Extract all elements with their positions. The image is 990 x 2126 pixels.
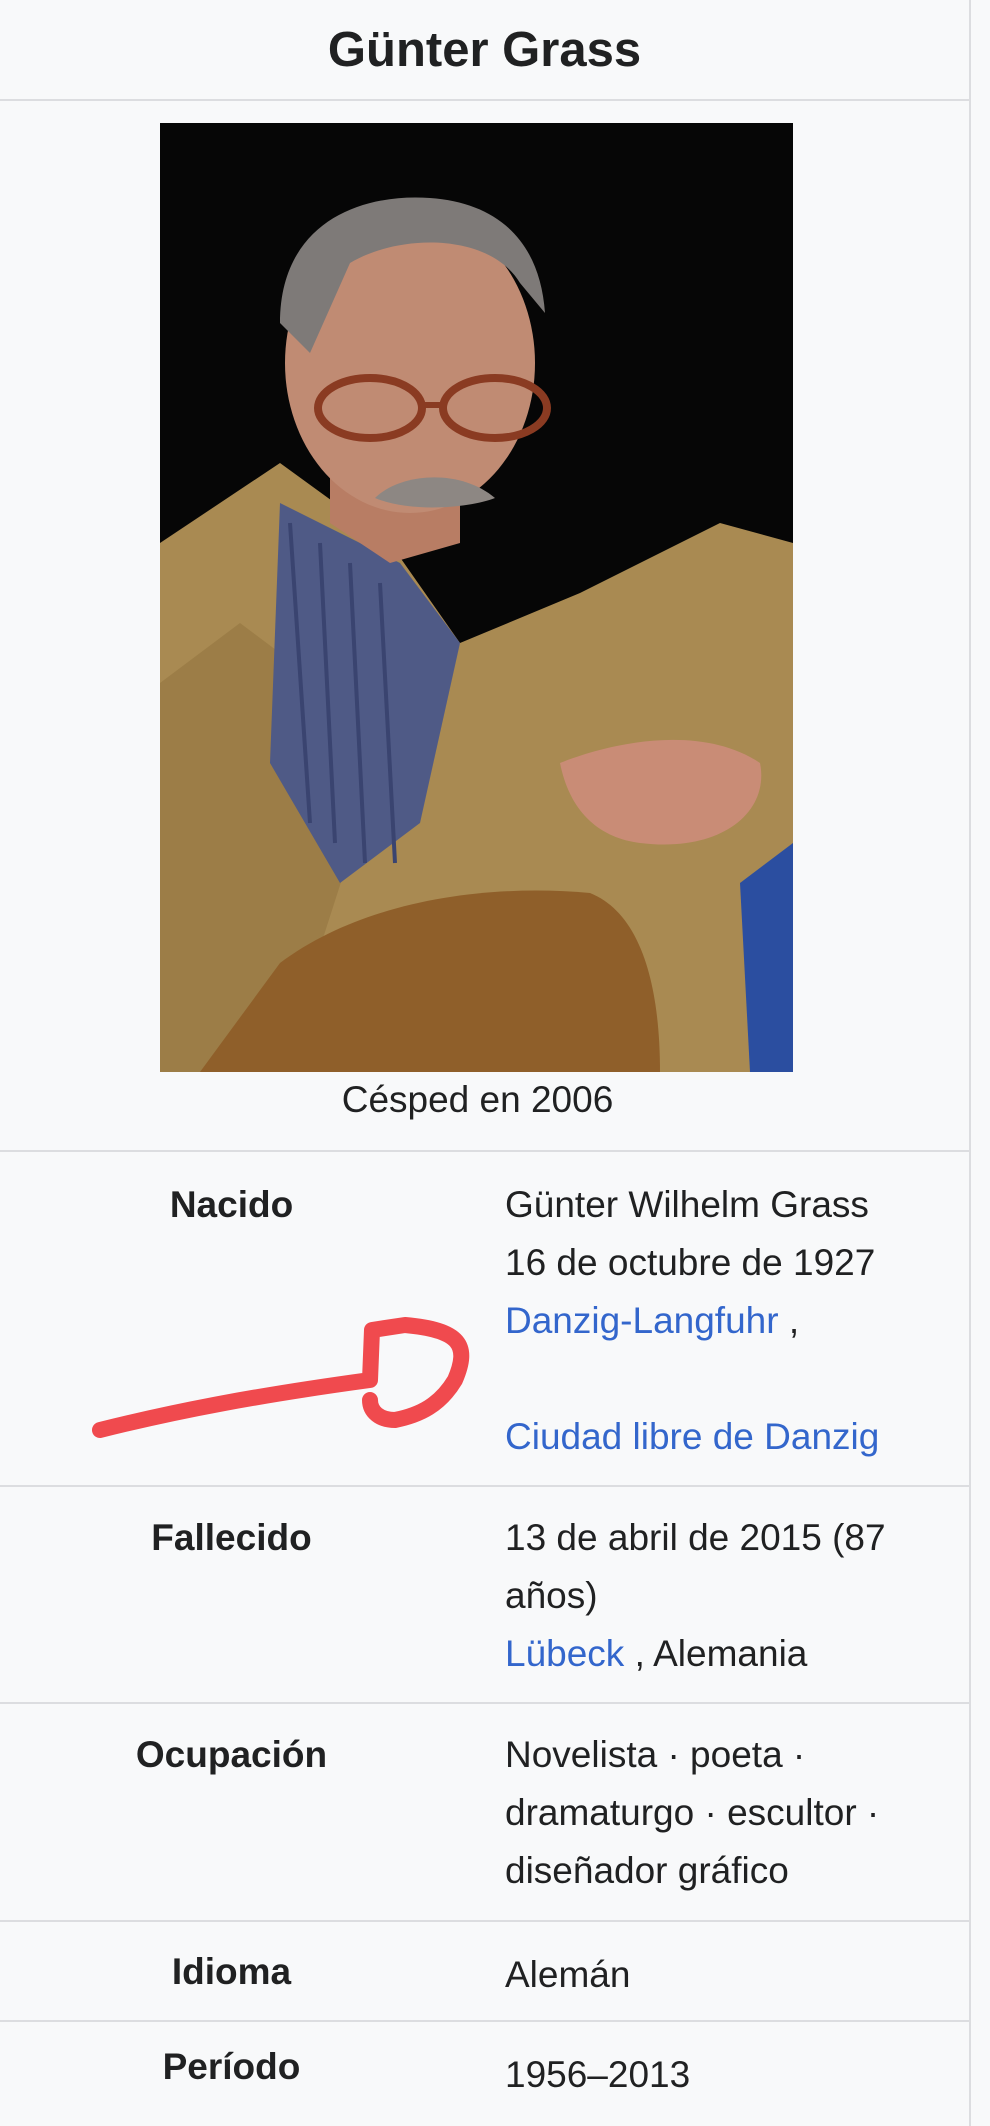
infobox-title: Günter Grass — [0, 0, 969, 101]
born-place: Danzig-Langfuhr , — [505, 1292, 945, 1350]
died-label: Fallecido — [151, 1517, 312, 1558]
occupation-label: Ocupación — [135, 1734, 328, 1775]
language-value: Alemán — [505, 1954, 631, 1995]
period-label: Período — [162, 2046, 301, 2087]
died-date: 13 de abril de 2015 (87 años) — [505, 1517, 886, 1616]
died-place-rest: , Alemania — [624, 1633, 808, 1674]
infobox-right-border — [969, 0, 971, 2126]
lubeck-link[interactable]: Lübeck — [505, 1633, 624, 1674]
born-value: Günter Wilhelm Grass 16 de octubre de 19… — [505, 1176, 945, 1466]
period-value: 1956–2013 — [505, 2054, 691, 2095]
portrait-photo-illustration — [160, 123, 793, 1072]
danzig-langfuhr-link[interactable]: Danzig-Langfuhr — [505, 1300, 779, 1341]
died-value: 13 de abril de 2015 (87 años) Lübeck , A… — [505, 1509, 945, 1683]
portrait-photo[interactable] — [160, 123, 793, 1072]
row-died: Fallecido 13 de abril de 2015 (87 años) … — [0, 1485, 969, 1702]
image-caption: Césped en 2006 — [341, 1079, 614, 1120]
language-label: Idioma — [171, 1951, 292, 1992]
born-date: 16 de octubre de 1927 — [505, 1242, 876, 1283]
free-city-of-danzig-link[interactable]: Ciudad libre de Danzig — [505, 1416, 879, 1457]
infobox-page: Günter Grass Césped en 2006 Nacido Günte… — [0, 0, 990, 2126]
born-place-separator: , — [778, 1300, 800, 1341]
row-period: Período 1956–2013 — [0, 2020, 969, 2126]
row-born: Nacido Günter Wilhelm Grass 16 de octubr… — [0, 1150, 969, 1485]
born-spacer — [505, 1350, 945, 1408]
born-label: Nacido — [169, 1184, 294, 1225]
row-occupation: Ocupación Novelista · poeta · dramaturgo… — [0, 1702, 969, 1920]
row-language: Idioma Alemán — [0, 1920, 969, 2020]
occupation-value: Novelista · poeta · dramaturgo · esculto… — [505, 1734, 880, 1891]
born-full-name: Günter Wilhelm Grass — [505, 1184, 869, 1225]
died-place: Lübeck , Alemania — [505, 1625, 945, 1683]
